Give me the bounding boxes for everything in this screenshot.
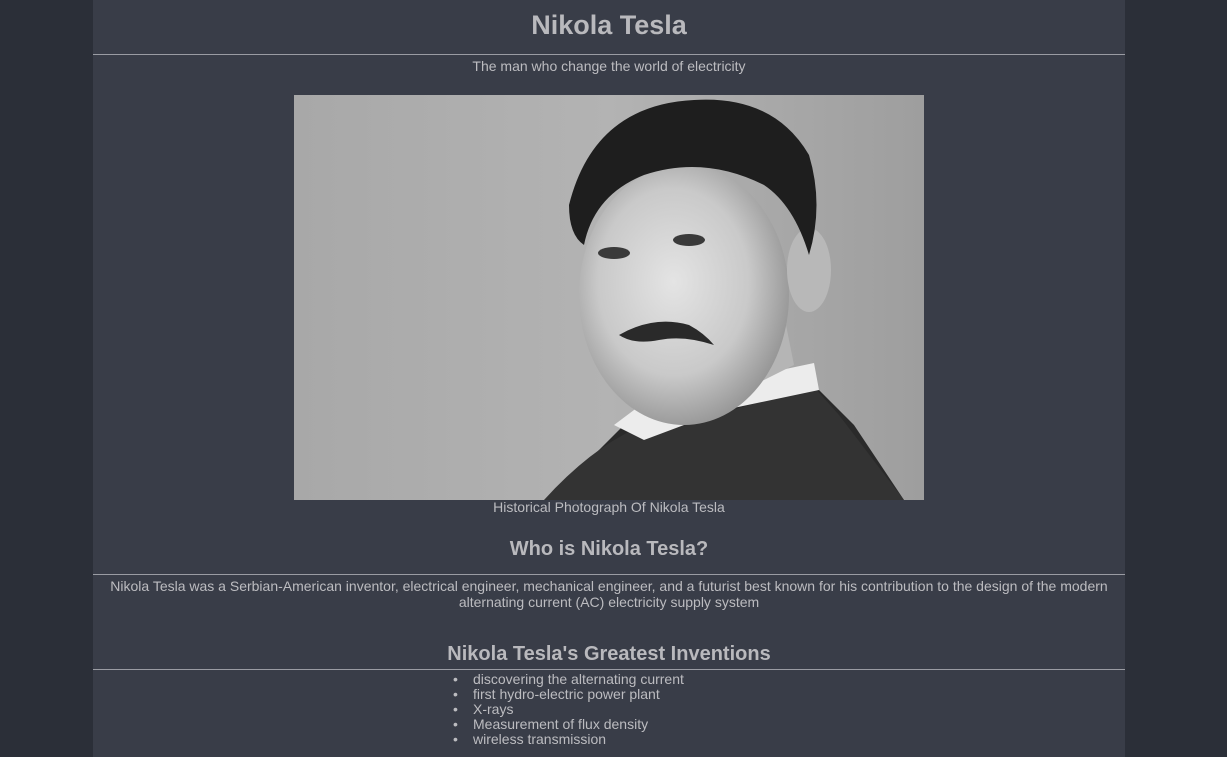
inventions-heading: Nikola Tesla's Greatest Inventions [447,643,771,665]
about-divider [93,574,1125,575]
list-item-label: wireless transmission [473,731,607,747]
inventions-list: • discovering the alternating current • fi… [453,671,684,747]
page-title: Nikola Tesla [531,10,687,40]
about-paragraph: Nikola Tesla was a Serbian-American inve… [110,578,1108,610]
list-item-label: X-rays [473,701,514,717]
page-subtitle: The man who change the world of electric… [472,58,746,74]
bullet-icon: • [453,716,458,732]
main-content: Nikola Tesla The man who change the worl… [93,0,1125,757]
list-item: • Measurement of flux density [453,716,684,732]
list-item-label: first hydro-electric power plant [473,686,660,702]
inventions-divider [93,669,1125,670]
list-item-label: discovering the alternating current [473,671,684,687]
list-item-label: Measurement of flux density [473,716,649,732]
list-item: • wireless transmission [453,731,684,747]
bullet-icon: • [453,701,458,717]
bullet-icon: • [453,671,458,687]
list-item: • first hydro-electric power plant [453,686,684,702]
title-divider [93,54,1125,55]
bullet-icon: • [453,731,458,747]
bullet-icon: • [453,686,458,702]
list-item: • X-rays [453,701,684,717]
list-item: • discovering the alternating current [453,671,684,687]
tesla-portrait-image [294,95,924,500]
image-caption: Historical Photograph Of Nikola Tesla [493,499,725,515]
about-heading: Who is Nikola Tesla? [509,538,709,560]
